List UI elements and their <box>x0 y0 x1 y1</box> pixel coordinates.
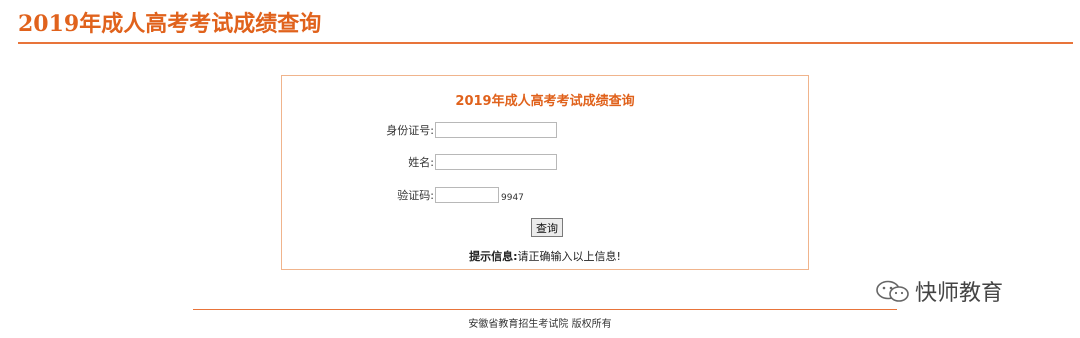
page-title: 2019年成人高考考试成绩查询 <box>18 11 322 37</box>
watermark: 快师教育 <box>875 275 1003 307</box>
watermark-text: 快师教育 <box>915 281 1004 306</box>
id-label: 身份证号: <box>386 124 434 137</box>
captcha-row: 验证码: <box>282 187 434 205</box>
id-row: 身份证号: <box>282 122 434 140</box>
query-panel: 2019年成人高考考试成绩查询 身份证号: 姓名: 验证码: 9947 查询 提… <box>281 75 809 270</box>
footer-copyright: 安徽省教育招生考试院 版权所有 <box>468 319 612 330</box>
id-number-input[interactable] <box>435 122 557 138</box>
name-row: 姓名: <box>282 154 434 172</box>
footer-divider <box>193 309 897 310</box>
name-input[interactable] <box>435 154 557 170</box>
captcha-label: 验证码: <box>397 189 434 202</box>
form-title: 2019年成人高考考试成绩查询 <box>455 94 635 109</box>
title-divider <box>18 42 1073 44</box>
name-label: 姓名: <box>408 156 434 169</box>
hint-text: 请正确输入以上信息! <box>517 250 621 263</box>
hint-prefix: 提示信息: <box>469 250 518 263</box>
captcha-code[interactable]: 9947 <box>501 193 524 203</box>
captcha-input[interactable] <box>435 187 499 203</box>
wechat-icon <box>876 280 909 302</box>
hint-message: 提示信息:请正确输入以上信息! <box>282 248 808 264</box>
query-button[interactable]: 查询 <box>531 218 563 237</box>
